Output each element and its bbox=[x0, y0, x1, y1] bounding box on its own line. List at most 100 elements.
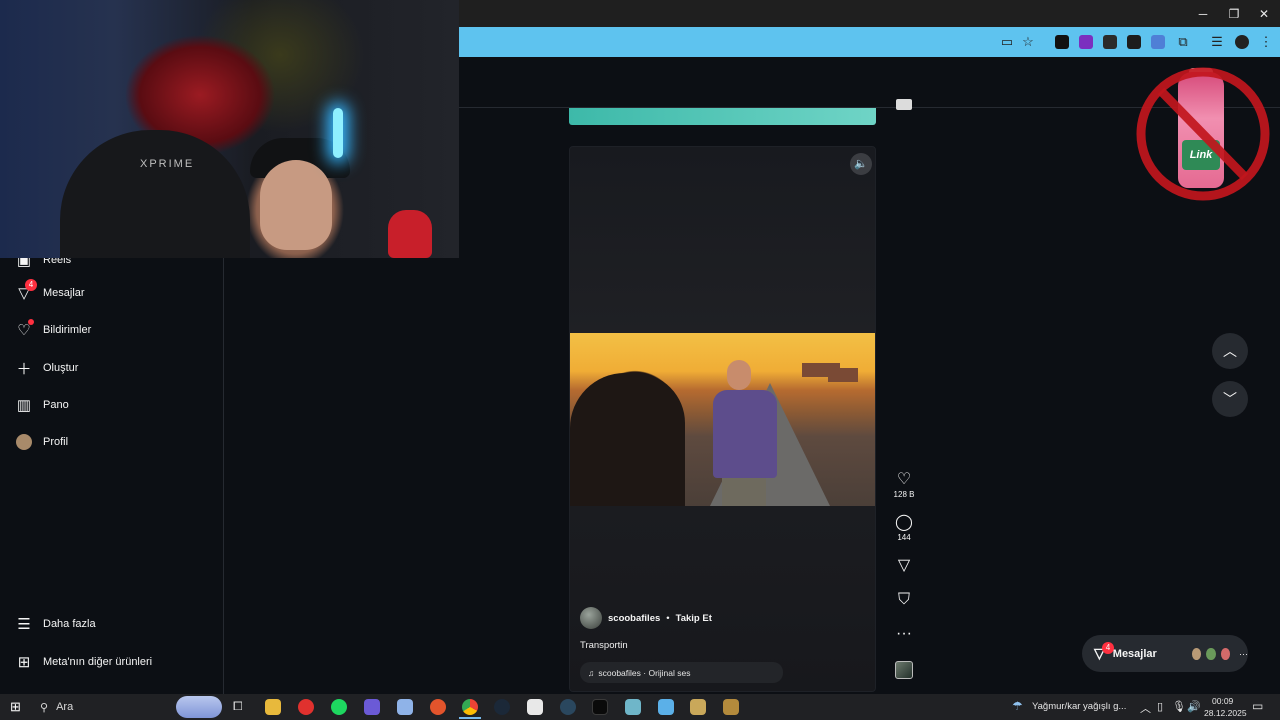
more-icon[interactable]: ··· bbox=[890, 625, 918, 643]
headset-brand-text: XPRIME bbox=[140, 158, 195, 170]
grid-icon: ⊞ bbox=[17, 654, 31, 671]
spotify-icon[interactable] bbox=[331, 699, 347, 715]
reel-video[interactable] bbox=[570, 333, 875, 506]
sidebar-item-label: Daha fazla bbox=[43, 618, 96, 630]
sidebar-item-messages[interactable]: ▽ 4 Mesajlar bbox=[16, 279, 85, 307]
prohibited-sign-icon bbox=[1136, 67, 1270, 201]
separator-dot: • bbox=[666, 612, 670, 624]
weather-text[interactable]: Yağmur/kar yağışlı g... bbox=[1032, 701, 1126, 712]
audio-link[interactable]: ♫ scoobafiles · Orijinal ses bbox=[580, 662, 783, 683]
like-action[interactable]: ♡ 128 B bbox=[890, 471, 918, 501]
tray-chevron-icon[interactable]: ︿ bbox=[1140, 700, 1151, 716]
minimize-button[interactable]: ─ bbox=[1188, 4, 1218, 24]
messages-icon: ▽ 4 bbox=[16, 279, 37, 302]
star-icon[interactable]: ☆ bbox=[1019, 33, 1037, 51]
search-placeholder: Ara bbox=[56, 701, 74, 713]
extension-icon[interactable] bbox=[1151, 35, 1165, 49]
active-app-indicator bbox=[459, 717, 481, 719]
contact-avatar bbox=[1219, 646, 1231, 661]
app-icon[interactable] bbox=[430, 699, 446, 715]
reel-card[interactable]: 🔈 scoobafiles • Takip Et Transportin ♫ s… bbox=[569, 146, 876, 692]
extension-icon[interactable] bbox=[1079, 35, 1093, 49]
close-button[interactable]: ✕ bbox=[1249, 4, 1279, 24]
weather-icon[interactable]: ☂ bbox=[1012, 699, 1023, 713]
battery-icon[interactable]: ▯ bbox=[1157, 700, 1163, 713]
dashboard-icon: ▥ bbox=[16, 397, 32, 414]
discord-icon[interactable] bbox=[364, 699, 380, 715]
notepad-icon[interactable] bbox=[527, 699, 543, 715]
steam-icon[interactable] bbox=[494, 699, 510, 715]
sidebar-item-dashboard[interactable]: ▥ Pano bbox=[16, 391, 69, 419]
webcam-light bbox=[333, 108, 343, 158]
video-person-legs bbox=[722, 478, 766, 506]
sidebar-item-label: Bildirimler bbox=[43, 324, 92, 336]
webcam-face bbox=[260, 160, 332, 250]
share-icon[interactable]: ▽ bbox=[890, 557, 918, 575]
audio-thumbnail[interactable] bbox=[895, 661, 913, 679]
bookmark-icon[interactable]: ⛉ bbox=[890, 591, 918, 609]
sidebar-item-meta-products[interactable]: ⊞ Meta'nın diğer ürünleri bbox=[16, 648, 152, 676]
sidebar-item-notifications[interactable]: ♡ Bildirimler bbox=[16, 316, 91, 344]
app-icon[interactable] bbox=[625, 699, 641, 715]
follow-button[interactable]: Takip Et bbox=[676, 613, 712, 624]
sound-toggle-button[interactable]: 🔈 bbox=[850, 153, 872, 175]
reel-caption: Transportin bbox=[580, 640, 628, 651]
cast-icon[interactable]: ▭ bbox=[998, 33, 1016, 51]
extension-icon[interactable] bbox=[1127, 35, 1141, 49]
windows-start-icon[interactable]: ⊞ bbox=[10, 700, 24, 714]
task-view-icon[interactable]: ⧠ bbox=[233, 699, 243, 714]
notifications-icon[interactable]: ▭ bbox=[1252, 699, 1263, 713]
sidebar-item-label: Meta'nın diğer ürünleri bbox=[43, 656, 153, 668]
clock-time[interactable]: 00:09 bbox=[1212, 696, 1233, 706]
sidebar-item-more[interactable]: ☰ Daha fazla bbox=[16, 610, 96, 638]
video-person-left bbox=[570, 373, 685, 506]
heart-icon: ♡ bbox=[16, 319, 34, 339]
notification-dot bbox=[28, 319, 34, 325]
steam-icon[interactable] bbox=[560, 699, 576, 715]
reel-top-area bbox=[570, 147, 875, 333]
microphone-icon[interactable]: 🎙 bbox=[1172, 700, 1186, 713]
app-icon[interactable] bbox=[723, 699, 739, 715]
extension-icon[interactable] bbox=[1055, 35, 1069, 49]
webcam-person bbox=[60, 130, 250, 258]
messages-badge: 4 bbox=[25, 279, 37, 291]
clock-date[interactable]: 28.12.2025 bbox=[1204, 708, 1247, 718]
previous-reel-button[interactable]: ︿ bbox=[1212, 333, 1248, 369]
sidebar-item-label: Oluştur bbox=[43, 362, 79, 374]
messages-pill[interactable]: ▽ 4 Mesajlar ··· bbox=[1082, 635, 1248, 672]
save-action[interactable]: ⛉ bbox=[890, 591, 918, 609]
author-avatar[interactable] bbox=[580, 607, 602, 629]
video-person-right bbox=[713, 390, 777, 478]
extension-icon[interactable] bbox=[1103, 35, 1117, 49]
league-icon[interactable] bbox=[690, 699, 706, 715]
media-icon[interactable]: ☰ bbox=[1208, 33, 1226, 51]
sidebar-item-create[interactable]: ＋ Oluştur bbox=[16, 354, 78, 382]
app-icon[interactable] bbox=[397, 699, 413, 715]
share-action[interactable]: ▽ bbox=[890, 557, 918, 575]
terminal-icon[interactable] bbox=[592, 699, 608, 715]
puzzle-icon[interactable]: ⧉ bbox=[1174, 33, 1192, 51]
heart-icon[interactable]: ♡ bbox=[890, 471, 918, 489]
comment-icon[interactable]: ◯ bbox=[890, 514, 918, 532]
previous-reel-card[interactable] bbox=[569, 108, 876, 125]
restore-button[interactable]: ❐ bbox=[1219, 4, 1249, 24]
profile-icon[interactable] bbox=[1235, 35, 1249, 49]
volume-icon[interactable]: 🔊 bbox=[1187, 700, 1201, 713]
contact-avatar bbox=[1190, 646, 1203, 661]
sidebar-divider bbox=[223, 258, 224, 694]
kebab-menu-icon[interactable]: ⋮ bbox=[1257, 33, 1275, 51]
comment-action[interactable]: ◯ 144 bbox=[890, 514, 918, 544]
video-person-head bbox=[727, 360, 751, 390]
webcam-can bbox=[388, 210, 432, 258]
previous-reel-thumbnail[interactable] bbox=[896, 99, 912, 110]
sidebar-item-label: Profil bbox=[43, 436, 69, 448]
chrome-icon[interactable] bbox=[462, 699, 478, 715]
app-icon[interactable] bbox=[658, 699, 674, 715]
opera-icon[interactable] bbox=[298, 699, 314, 715]
author-username[interactable]: scoobafiles bbox=[608, 613, 660, 624]
sidebar-item-profile[interactable]: Profil bbox=[16, 428, 68, 456]
music-note-icon: ♫ bbox=[588, 667, 595, 678]
next-reel-button[interactable]: ﹀ bbox=[1212, 381, 1248, 417]
more-action[interactable]: ··· bbox=[890, 625, 918, 643]
file-explorer-icon[interactable] bbox=[265, 699, 281, 715]
